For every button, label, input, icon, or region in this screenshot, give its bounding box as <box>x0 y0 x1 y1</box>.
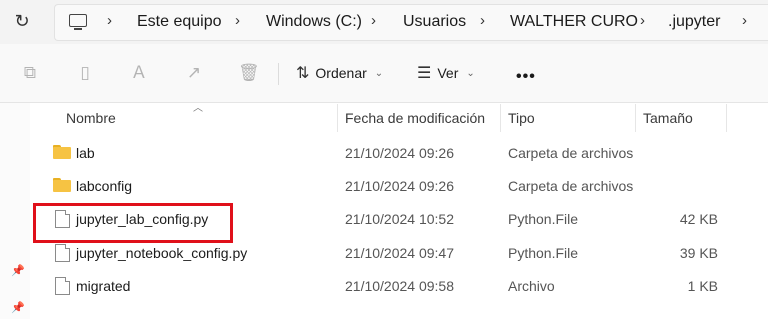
share-icon[interactable]: ↗ <box>185 64 203 82</box>
copy-icon[interactable]: ⧉ <box>21 64 39 82</box>
sort-button[interactable]: ⇅ Ordenar ⌄ <box>296 62 383 84</box>
refresh-icon[interactable]: ↻ <box>12 11 32 31</box>
list-item[interactable]: lab 21/10/2024 09:26 Carpeta de archivos <box>38 137 768 170</box>
sort-icon: ⇅ <box>296 65 310 82</box>
view-list-icon: ☰ <box>417 65 432 82</box>
address-bar[interactable]: › Este equipo › Windows (C:) › Usuarios … <box>54 4 768 41</box>
rename-icon[interactable]: Ａ <box>130 64 148 82</box>
file-type: Carpeta de archivos <box>508 145 634 161</box>
chevron-right-icon[interactable]: › <box>480 12 485 29</box>
chevron-right-icon[interactable]: › <box>107 12 112 29</box>
file-type: Archivo <box>508 278 555 294</box>
file-modified: 21/10/2024 09:47 <box>345 245 454 261</box>
sort-label: Ordenar <box>315 65 367 81</box>
breadcrumb-windows-c[interactable]: Windows (C:) <box>266 13 362 31</box>
view-label: Ver <box>437 65 459 81</box>
chevron-right-icon[interactable]: › <box>640 12 645 29</box>
delete-icon[interactable]: 🗑 <box>238 64 260 82</box>
chevron-down-icon: ⌄ <box>374 67 384 79</box>
column-header-size[interactable]: Tamaño <box>643 110 693 126</box>
file-size: 1 KB <box>687 278 718 294</box>
computer-icon[interactable] <box>69 14 87 30</box>
breadcrumb-walther-curo[interactable]: WALTHER CURO <box>510 13 638 31</box>
file-modified: 21/10/2024 09:58 <box>345 278 454 294</box>
file-size: 39 KB <box>679 245 718 261</box>
file-type: Python.File <box>508 245 579 261</box>
sort-up-icon: ︿ <box>193 103 203 114</box>
file-name: migrated <box>76 278 131 294</box>
command-bar: ⧉ ▯ Ａ ↗ 🗑 ⇅ Ordenar ⌄ ☰ Ver ⌄ ••• <box>0 44 768 103</box>
column-divider[interactable] <box>337 104 338 132</box>
file-modified: 21/10/2024 09:26 <box>345 145 454 161</box>
folder-icon <box>53 145 71 159</box>
paste-icon[interactable]: ▯ <box>76 64 94 82</box>
chevron-down-icon: ⌄ <box>466 67 475 79</box>
highlight-annotation-box <box>33 203 233 243</box>
file-modified: 21/10/2024 09:26 <box>345 178 454 194</box>
breadcrumb-este-equipo[interactable]: Este equipo <box>137 13 222 31</box>
pin-icon[interactable]: 📌 <box>11 302 25 314</box>
column-header-modified[interactable]: Fecha de modificación <box>345 110 485 126</box>
file-modified: 21/10/2024 10:52 <box>345 211 454 227</box>
file-type: Carpeta de archivos <box>508 178 634 194</box>
file-type: Python.File <box>508 211 579 227</box>
toolbar-divider <box>278 63 279 85</box>
folder-icon <box>53 178 71 192</box>
breadcrumb-jupyter[interactable]: .jupyter <box>668 13 720 31</box>
address-bar-row: ↻ › Este equipo › Windows (C:) › Usuario… <box>0 0 768 44</box>
list-item[interactable]: labconfig 21/10/2024 09:26 Carpeta de ar… <box>38 170 768 203</box>
column-header-type[interactable]: Tipo <box>508 110 535 126</box>
file-icon <box>55 244 70 262</box>
column-header-name[interactable]: Nombre <box>66 110 116 126</box>
column-divider[interactable] <box>635 104 636 132</box>
chevron-right-icon[interactable]: › <box>371 12 376 29</box>
navigation-pane[interactable]: 📌 📌 <box>0 103 30 319</box>
more-options-icon[interactable]: ••• <box>516 68 536 86</box>
view-button[interactable]: ☰ Ver ⌄ <box>417 62 475 84</box>
list-item[interactable]: migrated 21/10/2024 09:58 Archivo 1 KB <box>38 270 768 303</box>
file-name: lab <box>76 145 95 161</box>
chevron-right-icon[interactable]: › <box>742 12 747 29</box>
chevron-right-icon[interactable]: › <box>235 12 240 29</box>
column-divider[interactable] <box>726 104 727 132</box>
file-size: 42 KB <box>679 211 718 227</box>
file-name: jupyter_notebook_config.py <box>76 245 248 261</box>
column-divider[interactable] <box>500 104 501 132</box>
file-name: labconfig <box>76 178 133 194</box>
file-icon <box>55 277 70 295</box>
pin-icon[interactable]: 📌 <box>11 265 25 277</box>
breadcrumb-usuarios[interactable]: Usuarios <box>403 13 466 31</box>
